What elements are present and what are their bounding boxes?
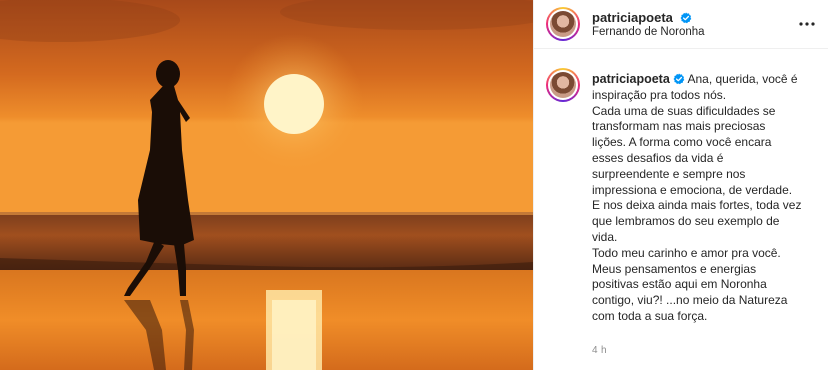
post-side-panel: patriciapoeta Fernando de Noronha patric…	[533, 0, 828, 370]
post-header: patriciapoeta Fernando de Noronha	[534, 0, 828, 49]
post-photo[interactable]	[0, 0, 533, 370]
caption-line: contigo, viu?! ...no meio da Natureza	[592, 293, 788, 308]
caption-line: que lembramos do seu exemplo de	[592, 214, 780, 229]
header-user-line: patriciapoeta	[592, 9, 692, 27]
caption-line: lições. A forma como você encara	[592, 135, 772, 150]
caption-line: positivas estão aqui em Noronha	[592, 277, 767, 292]
caption-line: inspiração pra todos nós.	[592, 87, 727, 102]
caption-line: Todo meu carinho e amor pra você.	[592, 245, 781, 260]
verified-badge-icon	[680, 12, 692, 24]
sunset-beach-image	[0, 0, 533, 370]
post-timestamp[interactable]: 4 h	[592, 345, 607, 356]
caption-username[interactable]: patriciapoeta	[592, 72, 670, 86]
caption-text: patriciapoeta Ana, querida, você é inspi…	[592, 72, 818, 325]
more-options-button[interactable]	[797, 14, 817, 34]
profile-avatar[interactable]	[546, 7, 580, 41]
header-username[interactable]: patriciapoeta	[592, 10, 673, 25]
caption-line: transformam nas mais preciosas	[592, 119, 766, 134]
caption-line: E nos deixa ainda mais fortes, toda vez	[592, 198, 802, 213]
caption-line: com toda a sua força.	[592, 308, 708, 323]
caption-line: vida.	[592, 229, 618, 244]
caption-line: Cada uma de suas dificuldades se	[592, 103, 776, 118]
caption-line: esses desafios da vida é	[592, 150, 724, 165]
post-location-link[interactable]: Fernando de Noronha	[592, 26, 705, 38]
instagram-post: patriciapoeta Fernando de Noronha patric…	[0, 0, 828, 370]
caption-line: surpreendente e sempre nos	[592, 166, 746, 181]
caption-line: Ana, querida, você é	[687, 72, 798, 86]
caption-avatar[interactable]	[546, 68, 580, 102]
more-options-icon	[799, 22, 815, 26]
verified-badge-icon	[673, 73, 685, 85]
caption-line: impressiona e emociona, de verdade.	[592, 182, 793, 197]
caption-line: Meus pensamentos e energias	[592, 261, 757, 276]
